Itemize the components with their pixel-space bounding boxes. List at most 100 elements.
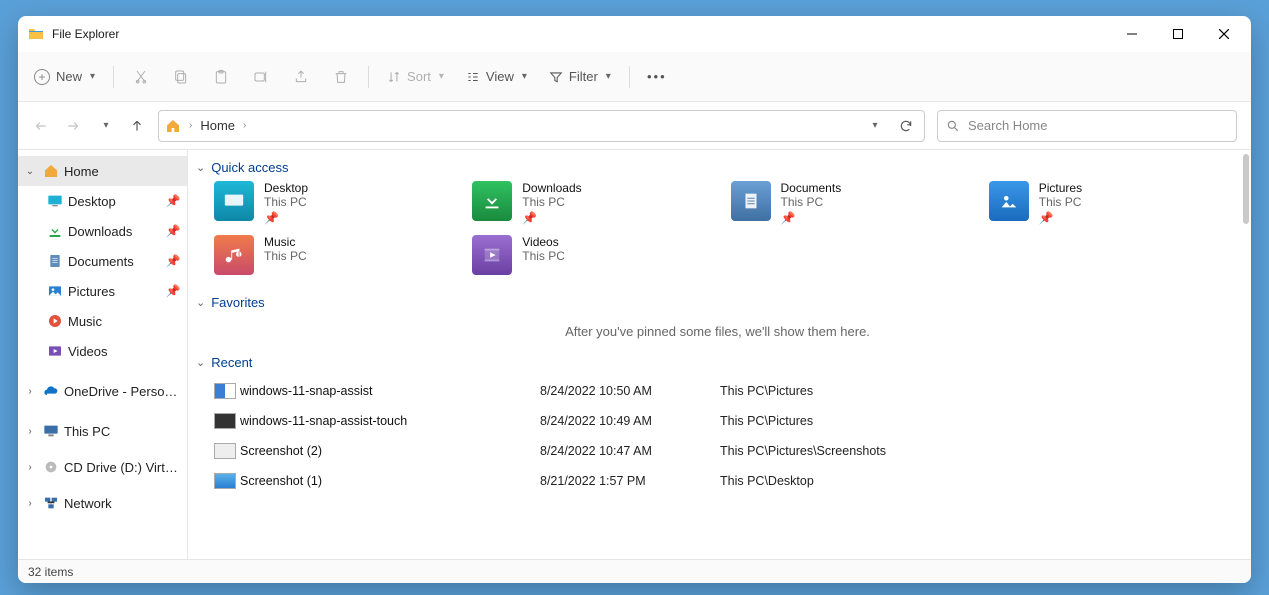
pin-icon: 📌	[264, 211, 308, 225]
window-title: File Explorer	[52, 27, 119, 41]
search-box[interactable]	[937, 110, 1237, 142]
chevron-down-icon[interactable]: ⌄	[22, 166, 38, 177]
image-thumbnail-icon	[214, 473, 236, 489]
breadcrumb-home[interactable]: Home	[200, 118, 235, 133]
chevron-down-icon: ⌄	[196, 356, 205, 369]
recent-row[interactable]: Screenshot (2) 8/24/2022 10:47 AM This P…	[214, 436, 1239, 466]
filter-label: Filter	[569, 69, 598, 84]
chevron-right-icon[interactable]: ›	[22, 386, 38, 397]
home-icon	[165, 118, 181, 134]
chevron-down-icon: ▾	[103, 120, 108, 131]
sidebar-item-network[interactable]: › Network	[18, 488, 187, 518]
pin-icon: 📌	[1039, 211, 1082, 225]
minimize-button[interactable]	[1109, 18, 1155, 50]
chevron-right-icon: ›	[189, 120, 192, 131]
up-button[interactable]	[128, 117, 146, 135]
sidebar-item-onedrive[interactable]: › OneDrive - Personal	[18, 376, 187, 406]
section-recent-header[interactable]: ⌄ Recent	[196, 355, 1239, 370]
sidebar-item-cddrive[interactable]: › CD Drive (D:) Virtual	[18, 452, 187, 482]
refresh-button[interactable]	[894, 114, 918, 138]
sidebar-item-pictures[interactable]: Pictures 📌	[18, 276, 187, 306]
copy-button[interactable]	[164, 60, 198, 94]
chevron-right-icon[interactable]: ›	[22, 426, 38, 437]
qa-item-music[interactable]: MusicThis PC	[214, 235, 464, 285]
sidebar-item-desktop[interactable]: Desktop 📌	[18, 186, 187, 216]
pin-icon: 📌	[781, 211, 842, 225]
qa-item-downloads[interactable]: DownloadsThis PC📌	[472, 181, 722, 231]
desktop-folder-icon	[214, 181, 254, 221]
new-button[interactable]: + New ▾	[26, 60, 103, 94]
chevron-right-icon[interactable]: ›	[22, 498, 38, 509]
home-icon	[42, 162, 60, 180]
qa-item-pictures[interactable]: PicturesThis PC📌	[989, 181, 1239, 231]
filter-button[interactable]: Filter ▾	[541, 60, 619, 94]
recent-row[interactable]: windows-11-snap-assist-touch 8/24/2022 1…	[214, 406, 1239, 436]
close-button[interactable]	[1201, 18, 1247, 50]
sidebar-item-home[interactable]: ⌄ Home	[18, 156, 187, 186]
sidebar[interactable]: ⌄ Home Desktop 📌 Downloads 📌 Documents 📌	[18, 150, 188, 559]
address-dropdown-button[interactable]: ▾	[862, 114, 886, 138]
image-thumbnail-icon	[214, 383, 236, 399]
sidebar-item-music[interactable]: Music	[18, 306, 187, 336]
image-thumbnail-icon	[214, 443, 236, 459]
section-quick-access-header[interactable]: ⌄ Quick access	[196, 160, 1239, 175]
share-button[interactable]	[284, 60, 318, 94]
chevron-down-icon: ⌄	[196, 161, 205, 174]
sidebar-item-thispc[interactable]: › This PC	[18, 416, 187, 446]
body: ⌄ Home Desktop 📌 Downloads 📌 Documents 📌	[18, 150, 1251, 559]
forward-button[interactable]	[64, 117, 82, 135]
chevron-down-icon: ▾	[90, 71, 95, 82]
recent-row[interactable]: windows-11-snap-assist 8/24/2022 10:50 A…	[214, 376, 1239, 406]
recent-list: windows-11-snap-assist 8/24/2022 10:50 A…	[214, 376, 1239, 496]
paste-button[interactable]	[204, 60, 238, 94]
section-favorites-header[interactable]: ⌄ Favorites	[196, 295, 1239, 310]
sidebar-item-videos[interactable]: Videos	[18, 336, 187, 366]
sidebar-item-downloads[interactable]: Downloads 📌	[18, 216, 187, 246]
pin-icon: 📌	[165, 224, 181, 238]
address-bar[interactable]: › Home › ▾	[158, 110, 925, 142]
videos-folder-icon	[472, 235, 512, 275]
qa-item-desktop[interactable]: DesktopThis PC📌	[214, 181, 464, 231]
filter-icon	[549, 70, 563, 84]
view-icon	[466, 70, 480, 84]
file-explorer-window: File Explorer + New ▾ Sort ▾ View ▾	[18, 16, 1251, 583]
desktop-icon	[46, 192, 64, 210]
view-button[interactable]: View ▾	[458, 60, 535, 94]
downloads-icon	[46, 222, 64, 240]
documents-icon	[46, 252, 64, 270]
recent-locations-button[interactable]: ▾	[96, 117, 114, 135]
pin-icon: 📌	[165, 254, 181, 268]
music-folder-icon	[214, 235, 254, 275]
sort-label: Sort	[407, 69, 431, 84]
search-icon	[946, 119, 960, 133]
pictures-folder-icon	[989, 181, 1029, 221]
videos-icon	[46, 342, 64, 360]
sort-button[interactable]: Sort ▾	[379, 60, 452, 94]
pin-icon: 📌	[165, 284, 181, 298]
status-bar: 32 items	[18, 559, 1251, 583]
qa-item-videos[interactable]: VideosThis PC	[472, 235, 722, 285]
plus-circle-icon: +	[34, 69, 50, 85]
search-input[interactable]	[968, 118, 1228, 133]
rename-button[interactable]	[244, 60, 278, 94]
chevron-down-icon: ▾	[872, 120, 877, 131]
back-button[interactable]	[32, 117, 50, 135]
separator	[113, 66, 114, 88]
delete-button[interactable]	[324, 60, 358, 94]
chevron-down-icon: ▾	[439, 71, 444, 82]
maximize-button[interactable]	[1155, 18, 1201, 50]
sidebar-item-documents[interactable]: Documents 📌	[18, 246, 187, 276]
scrollbar[interactable]	[1243, 154, 1249, 224]
qa-item-documents[interactable]: DocumentsThis PC📌	[731, 181, 981, 231]
chevron-down-icon: ⌄	[196, 296, 205, 309]
cut-button[interactable]	[124, 60, 158, 94]
titlebar[interactable]: File Explorer	[18, 16, 1251, 52]
content-pane[interactable]: ⌄ Quick access DesktopThis PC📌 Downloads…	[188, 150, 1251, 559]
more-button[interactable]: •••	[640, 60, 674, 94]
pin-icon: 📌	[522, 211, 581, 225]
chevron-right-icon[interactable]: ›	[22, 462, 38, 473]
image-thumbnail-icon	[214, 413, 236, 429]
recent-row[interactable]: Screenshot (1) 8/21/2022 1:57 PM This PC…	[214, 466, 1239, 496]
chevron-down-icon: ▾	[522, 71, 527, 82]
downloads-folder-icon	[472, 181, 512, 221]
